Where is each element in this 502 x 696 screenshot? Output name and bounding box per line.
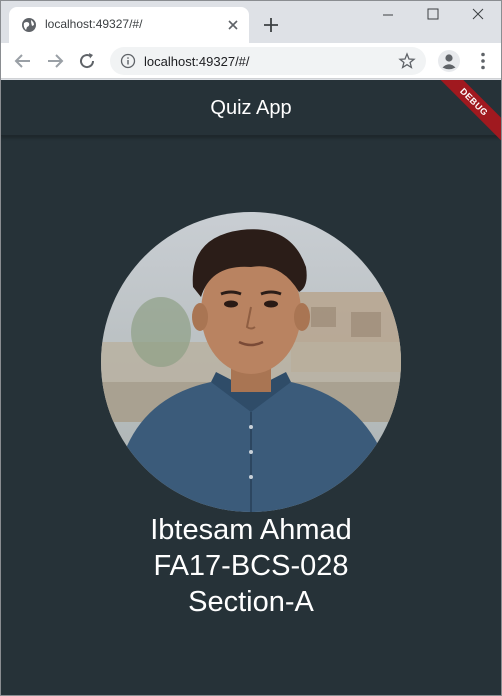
info-icon[interactable] bbox=[120, 53, 136, 69]
minimize-icon[interactable] bbox=[373, 5, 403, 25]
browser-tab[interactable]: localhost:49327/#/ bbox=[9, 7, 249, 43]
star-icon[interactable] bbox=[398, 52, 416, 70]
tab-strip: localhost:49327/#/ bbox=[1, 1, 501, 43]
app-bar: Quiz App bbox=[1, 80, 501, 136]
profile-avatar bbox=[101, 212, 401, 512]
profile-section: Section-A bbox=[188, 586, 314, 618]
browser-window: localhost:49327/#/ localhost:49327/#/ Qu… bbox=[0, 0, 502, 696]
app-viewport: Quiz App DEBUG Ibtesam Ahmad FA17-BCS-02… bbox=[1, 80, 501, 695]
profile-reg-no: FA17-BCS-028 bbox=[153, 550, 349, 582]
globe-icon bbox=[22, 18, 36, 32]
close-icon[interactable] bbox=[225, 17, 241, 33]
reload-icon[interactable] bbox=[75, 49, 99, 73]
profile-photo bbox=[101, 212, 401, 512]
profile-info: Ibtesam Ahmad FA17-BCS-028 Section-A bbox=[1, 512, 501, 620]
profile-name: Ibtesam Ahmad bbox=[150, 514, 352, 546]
vertical-dots-icon[interactable] bbox=[471, 49, 495, 73]
tab-title: localhost:49327/#/ bbox=[45, 17, 143, 31]
plus-icon[interactable] bbox=[261, 15, 281, 35]
arrow-right-icon[interactable] bbox=[43, 49, 67, 73]
browser-toolbar: localhost:49327/#/ bbox=[1, 43, 501, 79]
arrow-left-icon[interactable] bbox=[11, 49, 35, 73]
address-bar[interactable]: localhost:49327/#/ bbox=[110, 47, 426, 75]
close-window-icon[interactable] bbox=[463, 5, 493, 25]
person-icon[interactable] bbox=[437, 49, 461, 73]
maximize-icon[interactable] bbox=[418, 5, 448, 25]
url-text: localhost:49327/#/ bbox=[144, 54, 250, 69]
app-title: Quiz App bbox=[210, 97, 292, 119]
